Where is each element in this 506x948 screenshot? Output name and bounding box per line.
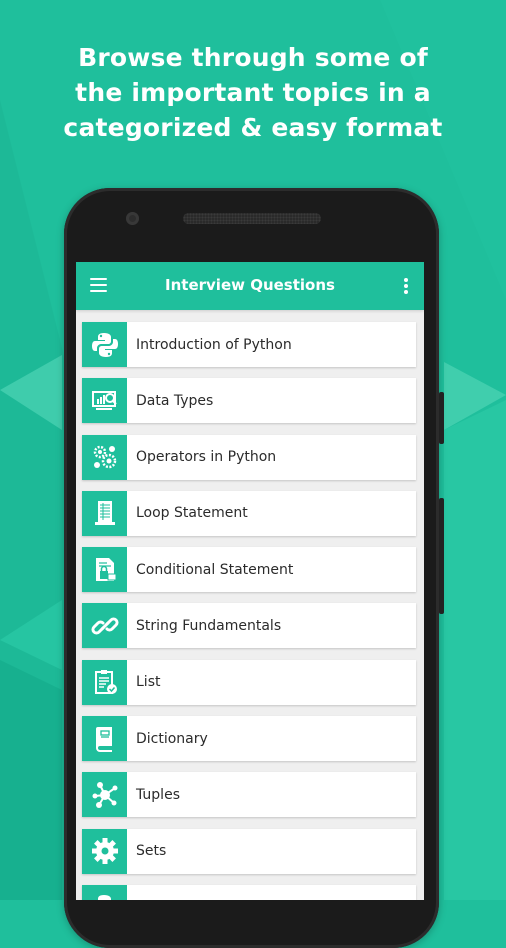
topic-item-data-types[interactable]: Data Types <box>82 378 416 424</box>
app-screen: Interview Questions Introduction of Pyth… <box>76 262 424 900</box>
topic-label: Sets <box>136 843 167 860</box>
topic-item-operators[interactable]: Operators in Python <box>82 434 416 480</box>
document-lock-icon <box>82 547 127 593</box>
topic-label: Introduction of Python <box>136 336 292 353</box>
phone-speaker <box>183 213 321 224</box>
app-title: Interview Questions <box>165 276 335 294</box>
book-icon <box>82 716 127 762</box>
topic-label: Conditional Statement <box>136 561 294 578</box>
headline-line-3: categorized & easy format <box>63 113 443 142</box>
python-logo-icon <box>82 322 127 367</box>
topic-item-dictionary[interactable]: Dictionary <box>82 716 416 762</box>
topic-label: Dictionary <box>136 730 208 747</box>
app-bar: Interview Questions <box>76 262 424 310</box>
headline-line-2: the important topics in a <box>75 78 431 107</box>
topic-label: String Fundamentals <box>136 617 282 634</box>
topic-list: Introduction of Python Data Types Operat… <box>82 322 416 900</box>
phone-power-button <box>439 392 444 444</box>
topic-item-tuples[interactable]: Tuples <box>82 772 416 818</box>
clipboard-check-icon <box>82 659 127 705</box>
document-list-icon <box>82 490 127 536</box>
topic-label: List <box>136 674 161 691</box>
phone-volume-button <box>439 498 444 614</box>
topic-label: Tuples <box>136 786 180 803</box>
topic-label: Operators in Python <box>136 449 277 466</box>
topic-item-string[interactable]: String Fundamentals <box>82 603 416 649</box>
topic-item-sets[interactable]: Sets <box>82 828 416 874</box>
topic-item-list[interactable]: List <box>82 659 416 705</box>
topic-item-loop[interactable]: Loop Statement <box>82 490 416 536</box>
network-nodes-icon <box>82 772 127 818</box>
topic-item-conditional[interactable]: Conditional Statement <box>82 547 416 593</box>
monitor-chart-search-icon <box>82 378 127 424</box>
headline-line-1: Browse through some of <box>78 43 428 72</box>
topic-label: Data Types <box>136 392 214 409</box>
topic-label: Loop Statement <box>136 505 248 522</box>
gear-icon <box>82 828 127 874</box>
promo-headline: Browse through some of the important top… <box>0 40 506 145</box>
gears-icon <box>82 434 127 480</box>
topic-item-introduction[interactable]: Introduction of Python <box>82 322 416 367</box>
more-vertical-icon[interactable] <box>404 278 408 294</box>
python-logo-icon <box>82 884 127 900</box>
link-icon <box>82 603 127 649</box>
topic-item-partial[interactable] <box>82 884 416 900</box>
phone-camera <box>126 212 139 225</box>
